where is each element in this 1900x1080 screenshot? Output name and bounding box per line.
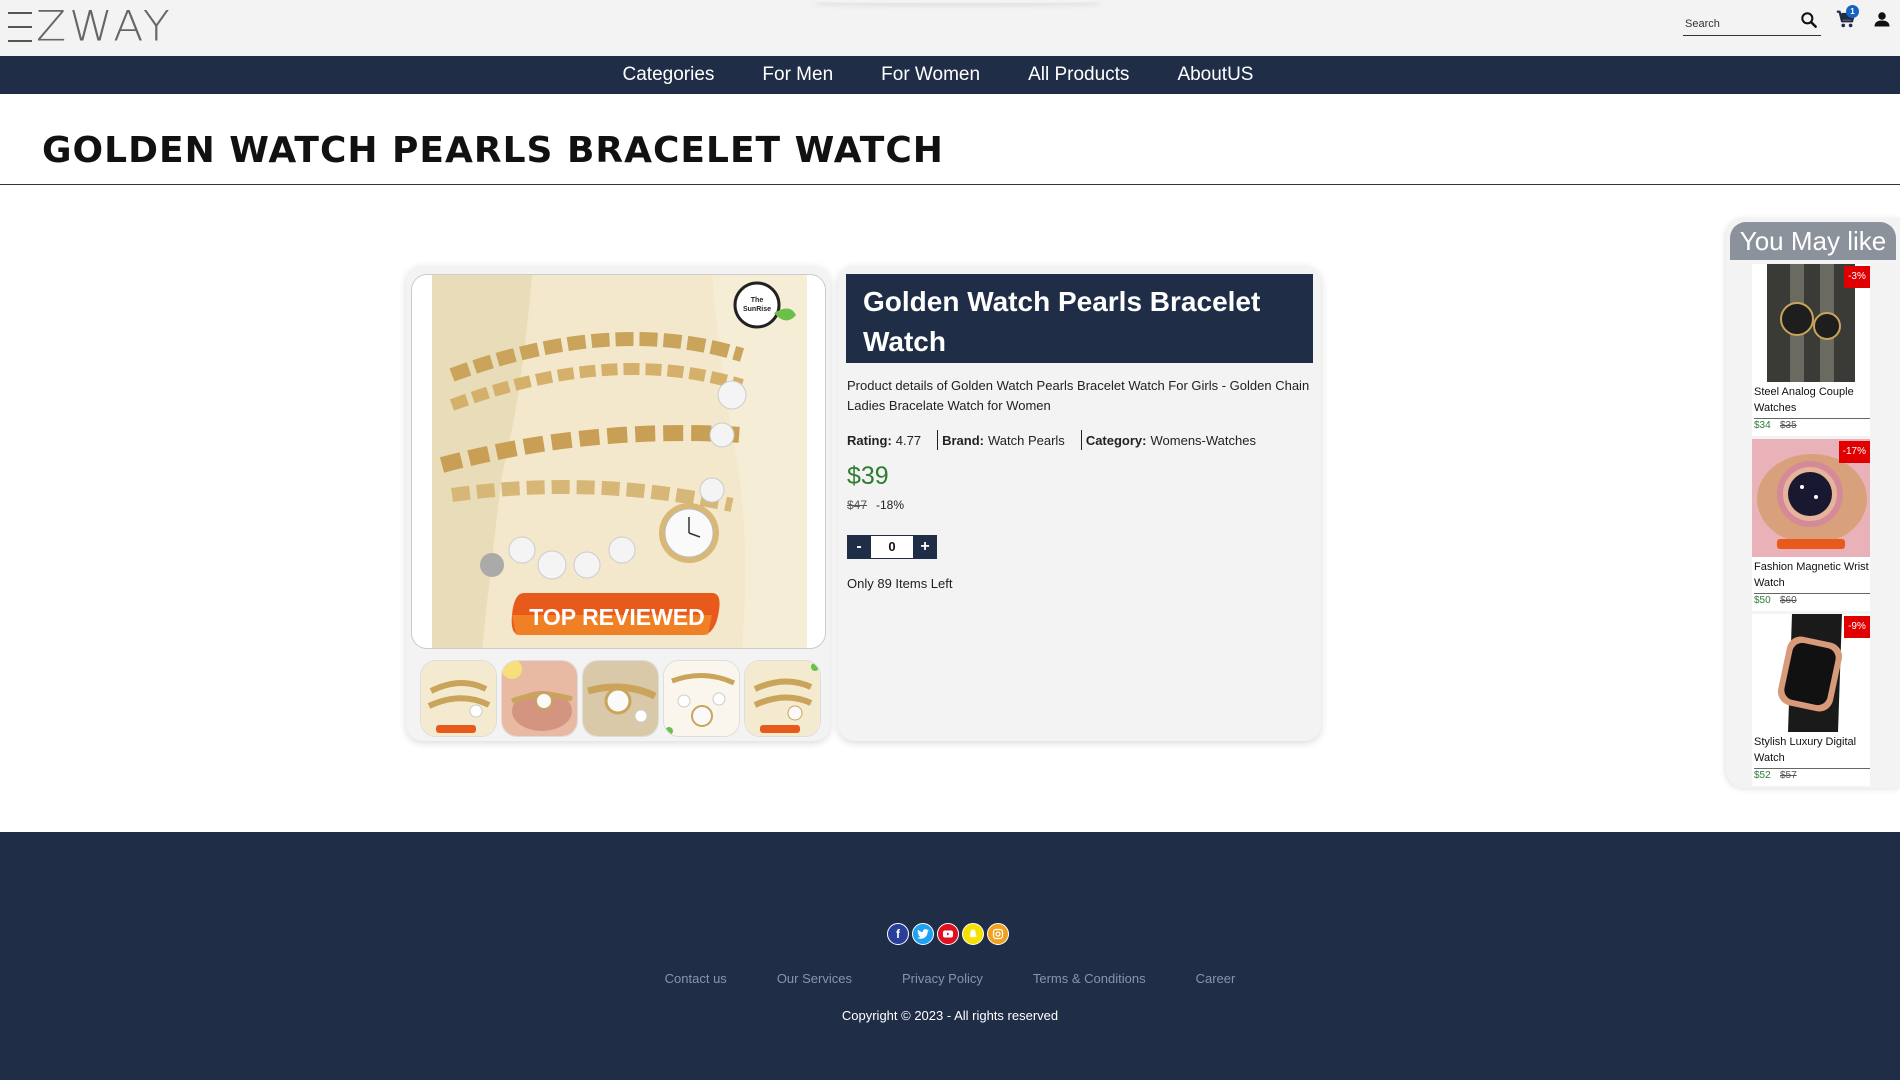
product-meta: Rating: 4.77 Brand: Watch Pearls Categor… [847,430,1256,450]
site-logo[interactable]: ZWAY [8,4,173,50]
quantity-stepper: - 0 + [847,535,937,559]
decrease-quantity-button[interactable]: - [847,535,871,559]
product-discount: -18% [876,498,905,512]
product-thumbnail[interactable] [582,660,659,737]
top-reviewed-badge: TOP REVIEWED [529,604,705,630]
product-thumbnail[interactable] [501,660,578,737]
copyright-text: Copyright © 2023 - All rights reserved [841,1008,1059,1023]
brand-value: Watch Pearls [987,432,1065,448]
sidebar-title: You May like [1730,222,1896,260]
product-thumbnail[interactable] [744,660,821,737]
title-divider [0,184,1900,185]
rating-value: 4.77 [895,432,922,448]
facebook-icon[interactable]: f [887,923,909,945]
product-name: Golden Watch Pearls Bracelet Watch [846,274,1313,363]
recommended-product-card[interactable]: -9% Stylish Luxury Digital Watch $52 $57 [1752,614,1870,786]
nav-all-products[interactable]: All Products [1028,64,1129,86]
recommended-product-name[interactable]: Steel Analog Couple Watches [1754,384,1870,419]
discount-badge: -9% [1844,616,1870,638]
recommended-product-old-price: $35 [1780,420,1797,431]
recommended-product-card[interactable]: -17% Fashion Magnetic Wrist Watch $50 $6… [1752,439,1870,611]
recommended-product-old-price: $57 [1780,770,1797,781]
meta-divider [1080,430,1082,450]
footer-link-career[interactable]: Career [1196,971,1236,986]
top-header: ZWAY 1 [0,0,1900,56]
social-links: f [887,923,1009,945]
recommended-product-card[interactable]: -3% Steel Analog Couple Watches $34 $35 [1752,264,1870,436]
increase-quantity-button[interactable]: + [913,535,937,559]
product-info-panel: Golden Watch Pearls Bracelet Watch Produ… [838,266,1321,741]
nav-categories[interactable]: Categories [623,64,715,86]
site-footer: f Contact us Our Services Privacy Policy… [0,832,1900,1080]
product-thumbnail[interactable] [663,660,740,737]
footer-link-terms[interactable]: Terms & Conditions [1033,971,1146,986]
category-label: Category: [1085,432,1147,448]
product-old-price: $47 [847,498,868,512]
menu-icon[interactable] [8,12,32,42]
stock-status: Only 89 Items Left [847,576,953,591]
user-icon[interactable] [1873,10,1891,28]
nav-for-men[interactable]: For Men [762,64,833,86]
footer-link-privacy[interactable]: Privacy Policy [902,971,983,986]
rating-label: Rating: [847,432,892,448]
product-thumbnail[interactable] [420,660,497,737]
footer-link-contact[interactable]: Contact us [665,971,727,986]
page-title: GOLDEN WATCH PEARLS BRACELET WATCH [42,130,944,171]
category-value: Womens-Watches [1150,432,1256,448]
quantity-value[interactable]: 0 [871,535,913,559]
youtube-icon[interactable] [937,923,959,945]
thumbnail-strip [420,660,821,737]
product-main-image[interactable]: TOP REVIEWED The SunRise [411,274,826,649]
discount-badge: -3% [1844,266,1870,288]
meta-divider [937,430,939,450]
recommended-product-old-price: $60 [1780,595,1797,606]
footer-link-services[interactable]: Our Services [777,971,852,986]
search-icon[interactable] [1799,10,1819,30]
recommended-product-name[interactable]: Stylish Luxury Digital Watch [1754,734,1870,769]
recommended-product-name[interactable]: Fashion Magnetic Wrist Watch [1754,559,1870,594]
logo-text: ZWAY [36,2,173,51]
snapchat-icon[interactable] [962,923,984,945]
nav-about-us[interactable]: AboutUS [1177,64,1253,86]
search-bar [1683,8,1821,36]
twitter-icon[interactable] [912,923,934,945]
cart-count-badge: 1 [1846,5,1859,18]
product-price: $39 [847,462,889,490]
product-description: Product details of Golden Watch Pearls B… [847,378,1310,413]
you-may-like-sidebar: You May like -3% Steel Analog Couple Wat… [1726,218,1900,788]
brand-label: Brand: [942,432,984,448]
main-nav: Categories For Men For Women All Product… [0,56,1900,94]
brand-seal-line2: SunRise [743,306,771,313]
discount-badge: -17% [1838,441,1870,463]
product-gallery: TOP REVIEWED The SunRise [406,266,830,741]
header-shadow-decoration [815,0,1100,3]
search-input[interactable] [1685,16,1795,32]
instagram-icon[interactable] [987,923,1009,945]
recommended-product-price: $52 [1754,770,1771,781]
recommended-product-price: $50 [1754,595,1771,606]
footer-links: Contact us Our Services Privacy Policy T… [0,971,1900,986]
brand-seal-line1: The [751,297,764,304]
nav-for-women[interactable]: For Women [881,64,980,86]
recommended-product-price: $34 [1754,420,1771,431]
